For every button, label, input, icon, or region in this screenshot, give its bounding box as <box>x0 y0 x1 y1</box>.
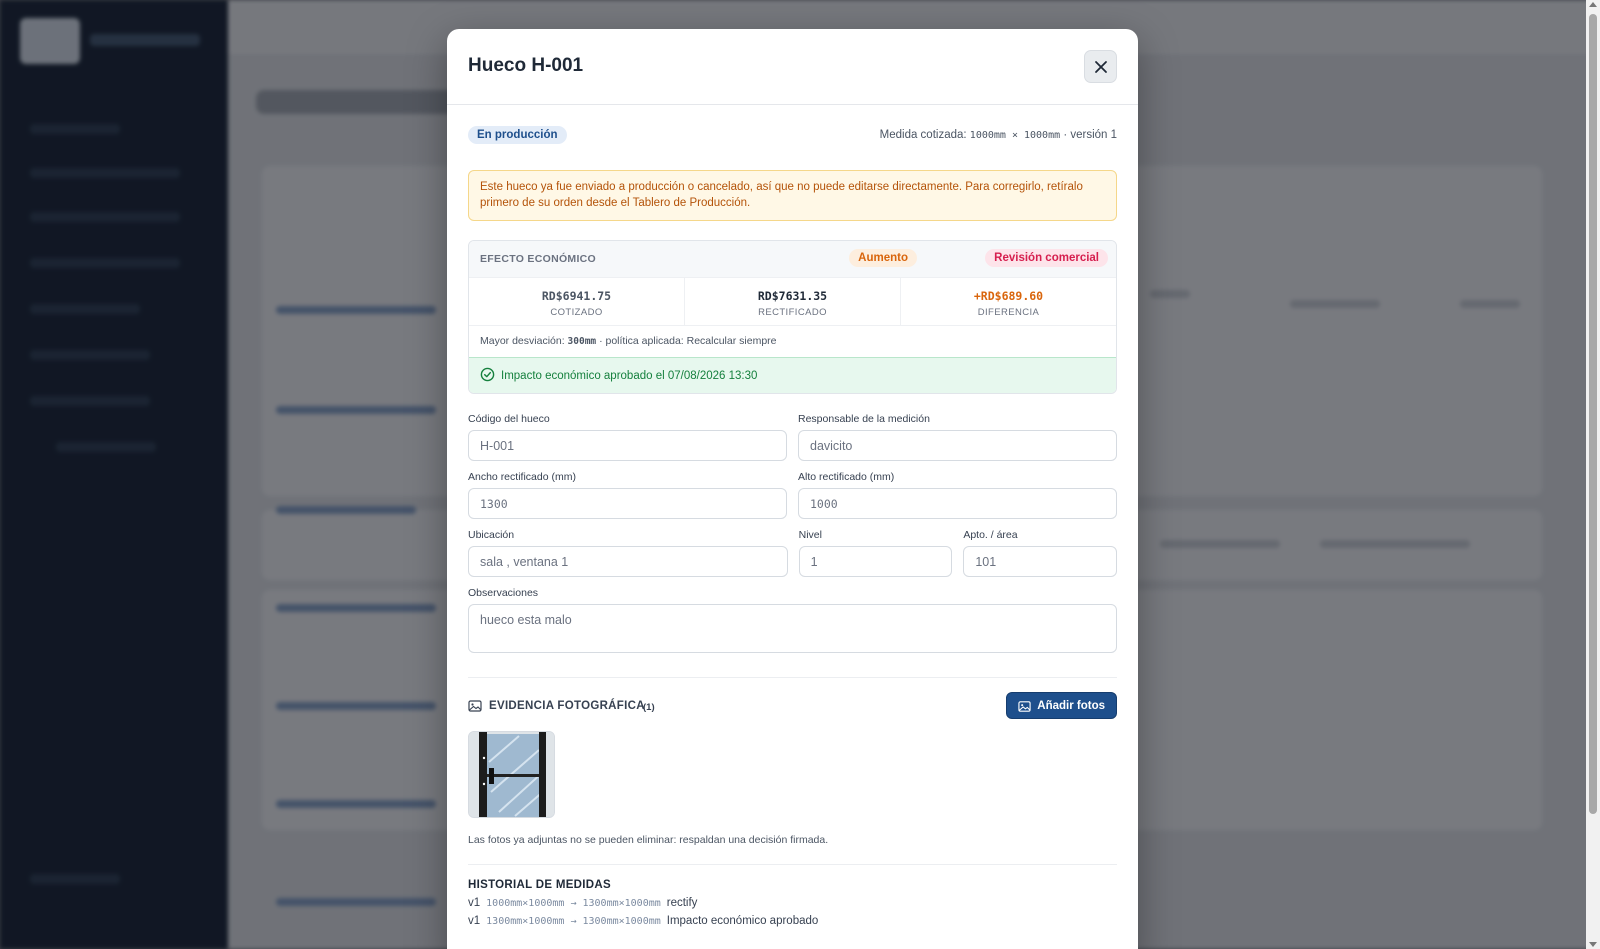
apto-label: Apto. / área <box>963 529 1018 541</box>
status-badge: En producción <box>468 126 567 144</box>
difference-label: DIFERENCIA <box>977 307 1040 318</box>
apto-input[interactable]: 101 <box>963 546 1117 577</box>
rectified-label: RECTIFICADO <box>758 307 827 318</box>
page-scrollbar[interactable] <box>1586 0 1600 949</box>
close-icon <box>1094 60 1107 73</box>
window-photo-image <box>469 732 554 817</box>
history-row: v1 1000mm×1000mm → 1300mm×1000mm rectify <box>468 897 698 909</box>
approved-text: Impacto económico aprobado el 07/08/2026… <box>501 370 758 382</box>
image-icon <box>468 700 482 712</box>
deviation-note: Mayor desviación: 300mm · política aplic… <box>480 335 777 347</box>
economic-effect-panel: EFECTO ECONÓMICO Aumento Revisión comerc… <box>468 240 1117 394</box>
ubicacion-input[interactable]: sala , ventana 1 <box>468 546 788 577</box>
modal-title: Hueco H-001 <box>468 55 584 76</box>
check-circle-icon <box>480 367 495 382</box>
close-button[interactable] <box>1084 50 1117 83</box>
responsable-label: Responsable de la medición <box>798 413 930 425</box>
quoted-value: RD$6941.75 <box>541 289 612 303</box>
alto-label: Alto rectificado (mm) <box>798 471 895 483</box>
scroll-thumb[interactable] <box>1589 14 1597 814</box>
ancho-label: Ancho rectificado (mm) <box>468 471 576 483</box>
scroll-up-arrow-icon[interactable] <box>1589 2 1597 7</box>
quoted-column: RD$6941.75 COTIZADO <box>469 278 685 325</box>
add-image-icon <box>1018 701 1031 712</box>
add-photos-button[interactable]: Añadir fotos <box>1006 692 1117 719</box>
responsable-input[interactable]: davicito <box>798 430 1117 461</box>
codigo-label: Código del hueco <box>468 413 550 425</box>
difference-value: +RD$689.60 <box>973 289 1044 303</box>
commercial-review-badge: Revisión comercial <box>985 249 1108 267</box>
ancho-input[interactable]: 1300 <box>468 488 787 519</box>
observaciones-textarea[interactable]: hueco esta malo <box>468 604 1117 653</box>
effect-title: EFECTO ECONÓMICO <box>480 253 597 265</box>
rectified-column: RD$7631.35 RECTIFICADO <box>685 278 901 325</box>
photo-thumbnail[interactable] <box>468 731 555 818</box>
divider <box>468 864 1117 865</box>
observaciones-label: Observaciones <box>468 587 539 599</box>
photo-count: (1) <box>643 702 655 713</box>
history-title: HISTORIAL DE MEDIDAS <box>468 879 611 891</box>
photo-evidence-title: EVIDENCIA FOTOGRÁFICA <box>489 700 645 712</box>
nivel-label: Nivel <box>798 529 822 541</box>
modal-header: Hueco H-001 <box>447 29 1138 105</box>
approved-banner: Impacto económico aprobado el 07/08/2026… <box>469 357 1116 393</box>
quoted-label: COTIZADO <box>550 307 603 318</box>
modal-body: En producción Medida cotizada: 1000mm × … <box>447 105 1138 927</box>
quoted-measure: Medida cotizada: 1000mm × 1000mm · versi… <box>879 129 1117 141</box>
difference-column: +RD$689.60 DIFERENCIA <box>901 278 1116 325</box>
rectified-value: RD$7631.35 <box>757 289 828 303</box>
effect-values: RD$6941.75 COTIZADO RD$7631.35 RECTIFICA… <box>469 277 1116 326</box>
increase-badge: Aumento <box>849 249 917 267</box>
effect-header: EFECTO ECONÓMICO Aumento Revisión comerc… <box>469 241 1116 277</box>
ubicacion-label: Ubicación <box>468 529 515 541</box>
measurement-form: Código del hueco H-001 Responsable de la… <box>468 413 1117 653</box>
history-row: v1 1300mm×1000mm → 1300mm×1000mm Impacto… <box>468 915 819 927</box>
divider <box>468 677 1117 678</box>
hueco-modal: Hueco H-001 En producción Medida cotizad… <box>447 29 1138 949</box>
alto-input[interactable]: 1000 <box>798 488 1117 519</box>
locked-warning: Este hueco ya fue enviado a producción o… <box>468 170 1117 221</box>
photo-evidence-header: EVIDENCIA FOTOGRÁFICA (1) Añadir fotos <box>468 692 1117 722</box>
status-row: En producción Medida cotizada: 1000mm × … <box>468 105 1117 163</box>
scroll-down-arrow-icon[interactable] <box>1589 942 1597 947</box>
photo-note: Las fotos ya adjuntas no se pueden elimi… <box>468 834 829 846</box>
nivel-input[interactable]: 1 <box>798 546 953 577</box>
codigo-input[interactable]: H-001 <box>468 430 787 461</box>
